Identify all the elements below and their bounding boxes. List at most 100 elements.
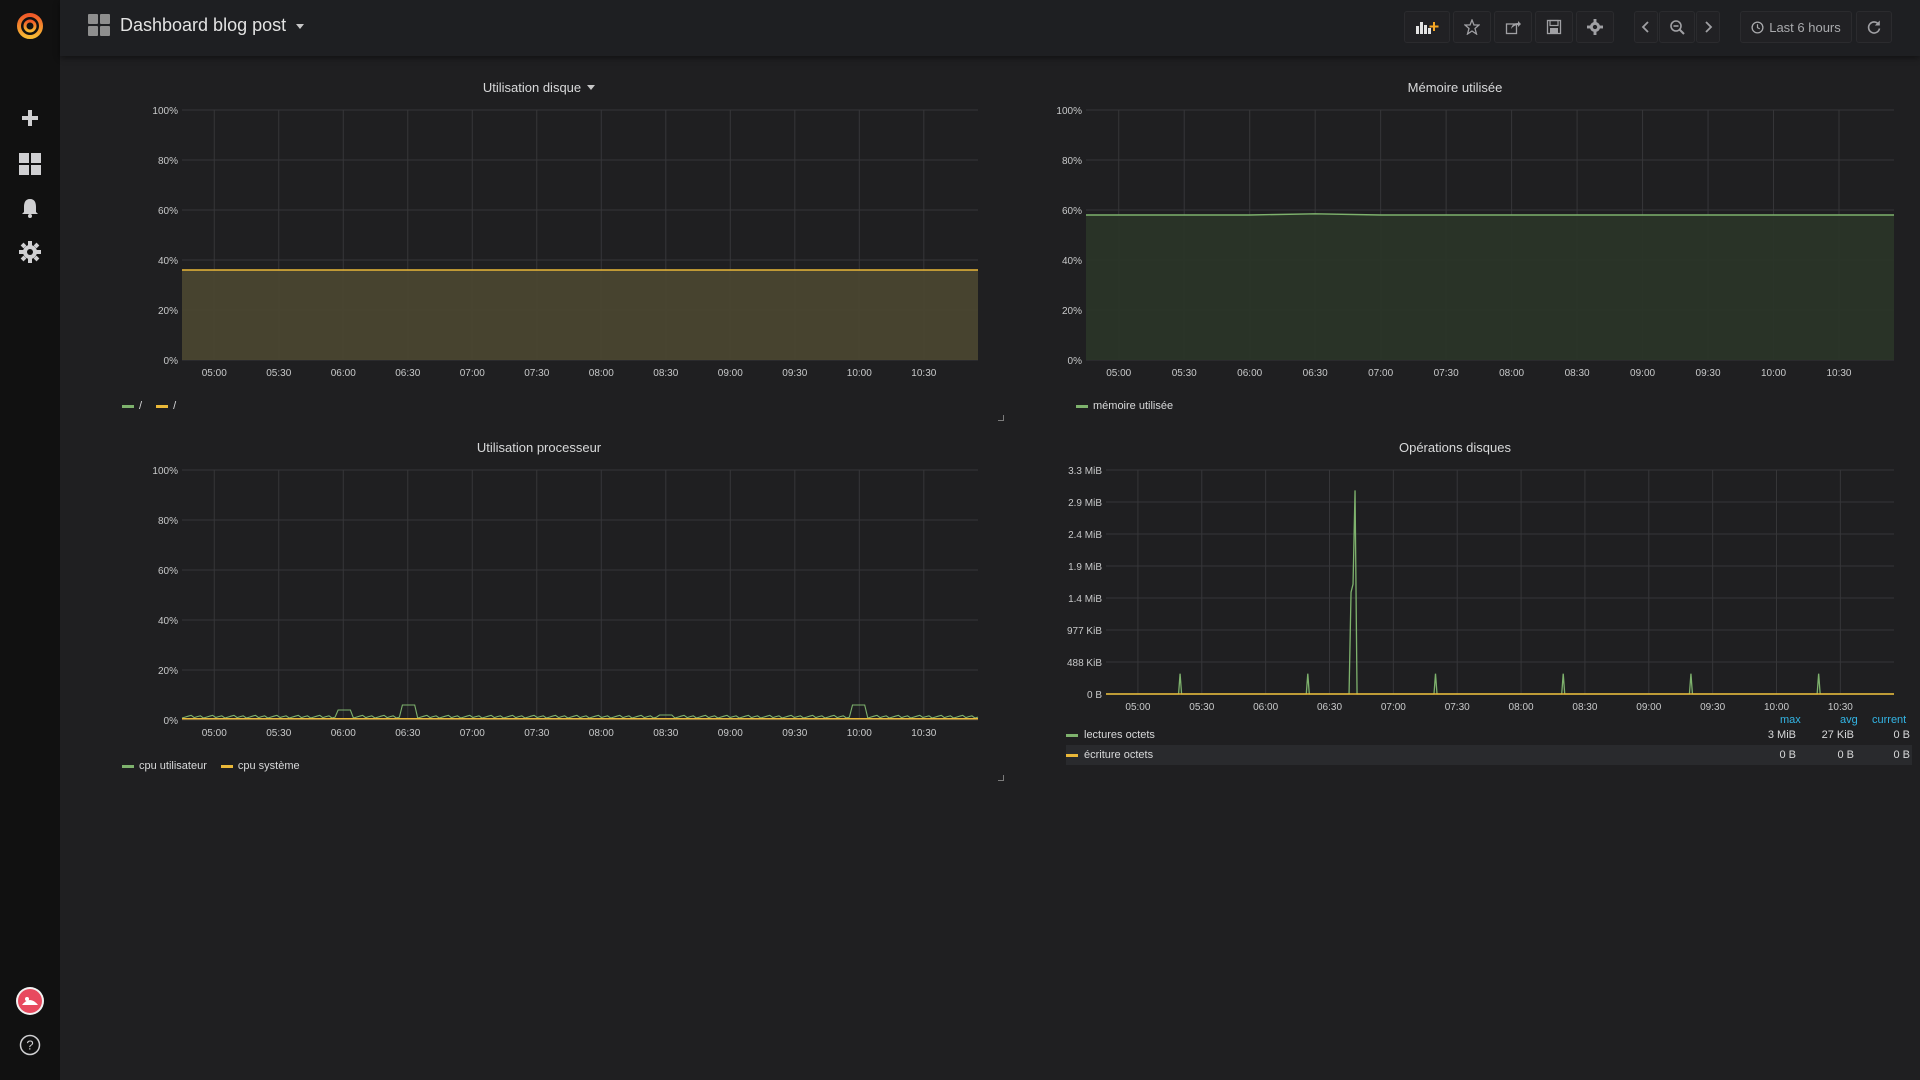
x-tick-label: 05:00 <box>1106 368 1131 379</box>
disk-operations-chart[interactable]: 0 B 488 KiB 977 KiB 1.4 MiB 1.9 MiB 2.4 MiB 2.… <box>996 458 1914 748</box>
cpu-usage-chart[interactable]: 0% 20% 40% 60% 80% 100% 05:00 05:30 06:00 06:30 07… <box>80 458 998 778</box>
y-tick-label: 60% <box>1062 206 1082 217</box>
series-area-fill <box>1086 213 1894 360</box>
legend-max-value: 0 B <box>1779 749 1796 761</box>
legend-avg-value: 27 KiB <box>1821 729 1854 741</box>
x-tick-label: 05:30 <box>1172 368 1197 379</box>
panel-title[interactable]: Opérations disques <box>996 440 1914 455</box>
legend-label: écriture octets <box>1084 749 1154 761</box>
x-tick-label: 08:30 <box>1572 702 1597 713</box>
x-tick-label: 10:30 <box>1826 368 1851 379</box>
share-button[interactable] <box>1494 11 1532 43</box>
avatar[interactable] <box>0 981 60 1021</box>
y-tick-label: 40% <box>158 616 178 627</box>
time-back-button[interactable] <box>1634 11 1658 43</box>
x-tick-label: 10:00 <box>1761 368 1786 379</box>
top-navbar: Dashboard blog post Last 6 hours <box>60 0 1920 56</box>
panel-title[interactable]: Utilisation disque <box>80 80 998 95</box>
legend-item[interactable]: cpu utilisateur <box>122 760 207 772</box>
y-tick-label: 1.4 MiB <box>1068 594 1102 605</box>
legend-swatch <box>122 764 134 768</box>
grafana-logo-icon[interactable] <box>0 6 60 46</box>
x-tick-label: 09:00 <box>1630 368 1655 379</box>
x-tick-label: 09:00 <box>718 368 743 379</box>
time-forward-button[interactable] <box>1696 11 1720 43</box>
x-tick-label: 08:00 <box>1509 702 1534 713</box>
star-button[interactable] <box>1453 11 1491 43</box>
y-tick-label: 100% <box>152 466 178 477</box>
x-tick-label: 06:30 <box>395 368 420 379</box>
legend-swatch <box>156 404 169 408</box>
series-line <box>1086 213 1894 216</box>
legend-item[interactable]: / <box>156 400 176 412</box>
side-menu: ? <box>0 0 60 1080</box>
help-icon[interactable]: ? <box>0 1025 60 1065</box>
x-tick-label: 07:30 <box>1434 368 1459 379</box>
x-tick-label: 06:00 <box>1253 702 1278 713</box>
panel-disk-operations: Opérations disques 0 B 488 KiB 977 KiB 1.4 … <box>996 430 1914 785</box>
svg-text:?: ? <box>26 1038 33 1053</box>
legend-item[interactable]: / <box>122 400 142 412</box>
dashboard-title: Dashboard blog post <box>120 14 287 35</box>
x-tick-label: 10:00 <box>1764 702 1789 713</box>
legend-row[interactable]: lectures octets 3 MiB 27 KiB 0 B <box>1066 725 1912 745</box>
gear-icon[interactable] <box>0 232 60 272</box>
x-tick-label: 10:30 <box>1828 702 1853 713</box>
x-tick-label: 06:30 <box>395 728 420 739</box>
dashboard-picker[interactable]: Dashboard blog post <box>88 14 305 36</box>
y-tick-label: 488 KiB <box>1067 658 1102 669</box>
x-tick-label: 07:00 <box>460 728 485 739</box>
x-tick-label: 09:30 <box>782 728 807 739</box>
zoom-out-icon <box>1670 20 1685 35</box>
legend-swatch <box>122 404 134 408</box>
series-line <box>1106 490 1894 695</box>
legend: mémoire utilisée <box>1076 400 1173 412</box>
legend-swatch <box>1076 404 1088 408</box>
y-tick-label: 80% <box>158 156 178 167</box>
disk-usage-chart[interactable]: 0% 20% 40% 60% 80% 100% 05:00 05:30 06:00 06:30 07… <box>80 98 998 418</box>
settings-button[interactable] <box>1576 11 1614 43</box>
legend-current-value: 0 B <box>1893 749 1910 761</box>
time-picker-button[interactable]: Last 6 hours <box>1740 11 1852 43</box>
plus-icon[interactable] <box>0 98 60 138</box>
series-line <box>181 704 979 719</box>
legend-avg-value: 0 B <box>1837 749 1854 761</box>
zoom-out-button[interactable] <box>1659 11 1695 43</box>
clock-icon <box>1751 20 1764 34</box>
panel-title[interactable]: Utilisation processeur <box>80 440 998 455</box>
panel-title-text: Opérations disques <box>1398 440 1511 455</box>
y-tick-label: 20% <box>158 306 178 317</box>
x-tick-label: 07:00 <box>1381 702 1406 713</box>
memory-chart[interactable]: 0% 20% 40% 60% 80% 100% 05:00 05:30 06:00 06:30 07… <box>996 98 1914 418</box>
panel-memory: Mémoire utilisée 0% 20% 40% 60% 80% 100% 05:00… <box>996 70 1914 425</box>
y-tick-label: 40% <box>1062 256 1082 267</box>
legend: cpu utilisateur cpu système <box>122 760 300 772</box>
x-tick-label: 05:00 <box>202 728 227 739</box>
bell-icon[interactable] <box>0 188 60 228</box>
legend-label: mémoire utilisée <box>1093 400 1174 412</box>
x-tick-label: 07:30 <box>524 368 549 379</box>
x-tick-label: 08:30 <box>653 728 678 739</box>
dashboards-icon[interactable] <box>0 144 60 184</box>
panel-title[interactable]: Mémoire utilisée <box>996 80 1914 95</box>
share-icon <box>1505 21 1521 35</box>
legend-row[interactable]: écriture octets 0 B 0 B 0 B <box>1066 745 1912 765</box>
chevron-down-icon <box>296 24 305 29</box>
x-tick-label: 06:00 <box>331 368 356 379</box>
y-tick-label: 60% <box>158 206 178 217</box>
x-tick-label: 09:30 <box>1700 702 1725 713</box>
save-button[interactable] <box>1535 11 1573 43</box>
legend-label: lectures octets <box>1084 729 1155 741</box>
chevron-left-icon <box>1641 21 1649 33</box>
legend-swatch <box>1066 733 1078 737</box>
x-tick-label: 10:30 <box>911 728 936 739</box>
x-tick-label: 05:00 <box>202 368 227 379</box>
legend-item[interactable]: mémoire utilisée <box>1076 400 1173 412</box>
legend-item[interactable]: cpu système <box>220 760 300 772</box>
y-tick-label: 3.3 MiB <box>1068 466 1102 477</box>
refresh-button[interactable] <box>1856 11 1892 43</box>
add-panel-button[interactable] <box>1404 11 1450 43</box>
x-tick-label: 08:00 <box>1499 368 1524 379</box>
x-tick-label: 10:30 <box>911 368 936 379</box>
x-tick-label: 05:30 <box>266 728 291 739</box>
